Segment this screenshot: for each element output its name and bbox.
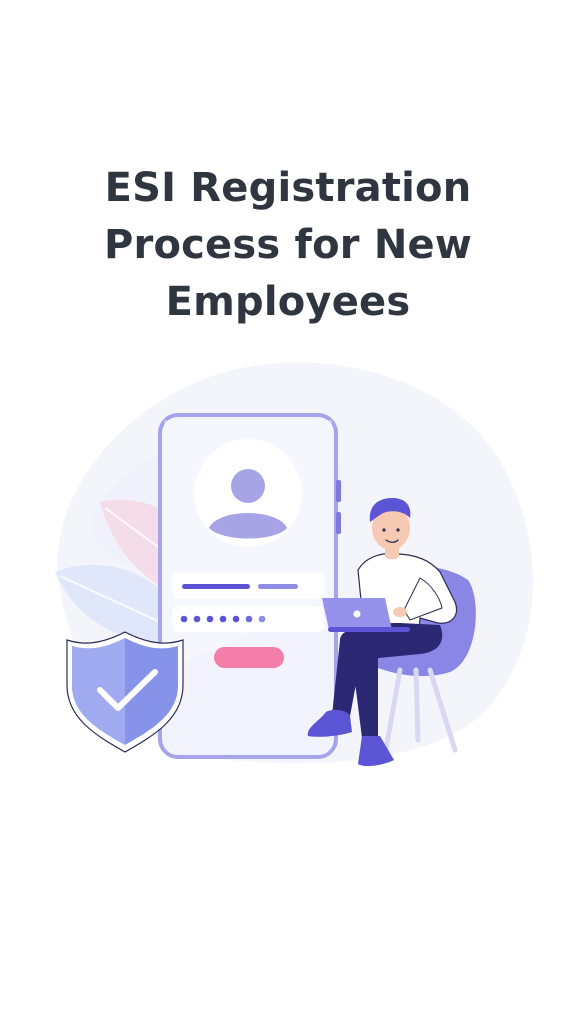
login-button xyxy=(214,647,284,668)
phone xyxy=(158,413,341,759)
user-avatar-icon xyxy=(194,439,302,547)
page-title: ESI Registration Process for New Employe… xyxy=(0,160,576,331)
title-line-2: Process for New xyxy=(104,222,472,268)
username-field xyxy=(172,573,324,599)
password-field xyxy=(172,606,324,632)
title-line-1: ESI Registration xyxy=(104,165,472,211)
title-line-3: Employees xyxy=(165,279,411,325)
registration-illustration xyxy=(55,362,533,767)
